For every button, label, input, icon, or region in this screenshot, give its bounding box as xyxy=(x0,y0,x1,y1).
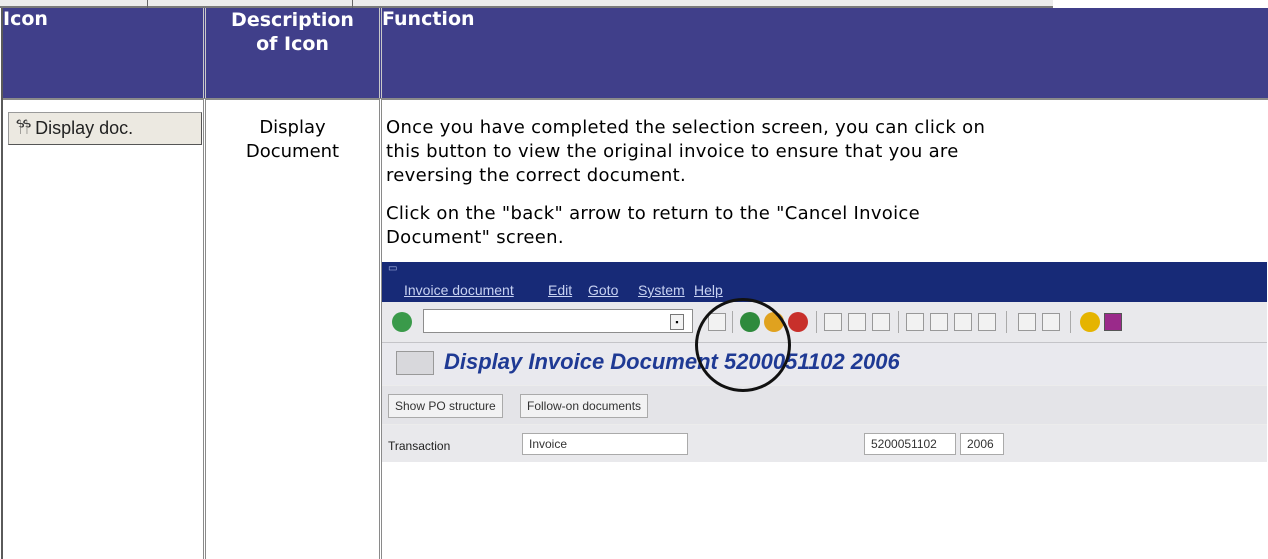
transaction-value: Invoice xyxy=(522,433,688,455)
function-paragraph-1: Once you have completed the selection sc… xyxy=(382,100,1268,188)
layout-icon xyxy=(1104,313,1122,331)
show-po-structure-button: Show PO structure xyxy=(388,394,503,418)
description-text: Display Document xyxy=(206,100,379,164)
shortcut-icon xyxy=(1042,313,1060,331)
last-page-icon xyxy=(978,313,996,331)
toolbar-separator xyxy=(816,311,817,333)
icon-cell: ෦෦ Display doc. xyxy=(3,98,206,559)
sap-screenshot: ▭ Invoice document Edit Goto System Help… xyxy=(382,262,1267,462)
header-description-line2: of Icon xyxy=(256,33,329,55)
para1-line2: this button to view the original invoice… xyxy=(386,141,959,162)
find-next-icon xyxy=(872,313,890,331)
sap-title-bar: Display Invoice Document 5200051102 2006 xyxy=(382,343,1267,385)
sap-menu-bar: ▭ Invoice document Edit Goto System Help xyxy=(382,262,1267,302)
cancel-icon xyxy=(788,312,808,332)
header-description: Description of Icon xyxy=(206,8,382,98)
function-cell: Once you have completed the selection sc… xyxy=(382,98,1268,559)
toolbar-separator xyxy=(1070,311,1071,333)
sap-menu-goto: Goto xyxy=(588,282,619,298)
sap-toolbar: ▪ xyxy=(382,302,1267,343)
sap-menu-edit: Edit xyxy=(548,282,573,298)
glasses-icon: ෦෦ xyxy=(16,118,31,138)
header-function: Function xyxy=(382,8,1268,98)
header-row: Icon Description of Icon Function xyxy=(3,8,1268,98)
sap-header-fields: Transaction Invoice 5200051102 2006 xyxy=(382,425,1267,462)
display-doc-button[interactable]: ෦෦ Display doc. xyxy=(8,112,202,145)
previous-page-icon xyxy=(930,313,948,331)
highlight-circle xyxy=(695,298,791,392)
para1-line3: reversing the correct document. xyxy=(386,165,686,186)
para2-line1: Click on the "back" arrow to return to t… xyxy=(386,203,920,224)
sap-application-toolbar: Show PO structure Follow-on documents xyxy=(382,386,1267,424)
sap-command-field: ▪ xyxy=(423,309,693,333)
top-strip-divider xyxy=(147,0,148,8)
para1-line1: Once you have completed the selection sc… xyxy=(386,117,986,138)
sap-menu-help: Help xyxy=(694,282,723,298)
header-icon: Icon xyxy=(3,8,206,98)
print-icon xyxy=(824,313,842,331)
enter-check-icon xyxy=(392,312,412,332)
function-paragraph-2: Click on the "back" arrow to return to t… xyxy=(382,188,1268,250)
description-cell: Display Document xyxy=(206,98,382,559)
description-line2: Document xyxy=(245,141,340,162)
sap-screen-title: Display Invoice Document 5200051102 2006 xyxy=(444,349,900,374)
document-number-field: 5200051102 xyxy=(864,433,956,455)
toolbar-separator xyxy=(898,311,899,333)
top-strip-bar xyxy=(0,0,1053,8)
next-page-icon xyxy=(954,313,972,331)
top-strip-divider xyxy=(352,0,353,8)
find-icon xyxy=(848,313,866,331)
icon-table: Icon Description of Icon Function ෦෦ Dis… xyxy=(1,8,1268,559)
description-line1: Display xyxy=(259,117,326,138)
header-description-line1: Description xyxy=(231,9,354,31)
table-row: ෦෦ Display doc. Display Document Once yo… xyxy=(3,98,1268,559)
sap-menu-invoice-document: Invoice document xyxy=(404,282,514,298)
para2-line2: Document" screen. xyxy=(386,227,564,248)
document-overview-icon xyxy=(396,351,434,375)
command-field-dropdown-icon: ▪ xyxy=(670,314,684,330)
display-doc-button-label: Display doc. xyxy=(35,118,134,138)
sap-menu-system: System xyxy=(638,282,685,298)
top-strip xyxy=(0,0,1268,8)
help-icon xyxy=(1080,312,1100,332)
new-session-icon xyxy=(1018,313,1036,331)
toolbar-separator xyxy=(1006,311,1007,333)
sap-logo-mark: ▭ xyxy=(388,263,398,274)
first-page-icon xyxy=(906,313,924,331)
follow-on-documents-button: Follow-on documents xyxy=(520,394,649,418)
transaction-label: Transaction xyxy=(388,439,451,453)
fiscal-year-field: 2006 xyxy=(960,433,1004,455)
